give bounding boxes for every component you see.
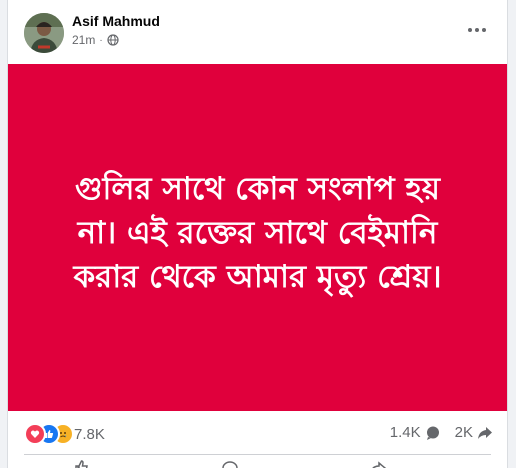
reaction-count[interactable]: 7.8K xyxy=(74,426,105,443)
banner-line: করার থেকে আমার মৃত্যু শ্রেয়। xyxy=(73,258,442,295)
avatar[interactable] xyxy=(24,13,64,53)
comments-stat[interactable]: 1.4K xyxy=(390,424,441,441)
more-dot-icon xyxy=(468,28,472,32)
banner-line: গুলির সাথে কোন সংলাপ হয় xyxy=(75,170,440,207)
separator-dot: · xyxy=(99,34,103,46)
comment-icon xyxy=(426,426,439,440)
reactions-bar: 7.8K 1.4K 2K xyxy=(8,420,507,446)
more-dot-icon xyxy=(482,28,486,32)
more-dot-icon xyxy=(475,28,479,32)
more-options-button[interactable] xyxy=(465,22,489,38)
post-header: Asif Mahmud 21m · xyxy=(8,0,507,62)
banner-text: গুলির সাথে কোন সংলাপ হয় না। এই রক্তের স… xyxy=(38,167,478,299)
post-meta: 21m · xyxy=(72,33,119,47)
divider xyxy=(24,454,491,455)
shares-stat[interactable]: 2K xyxy=(455,424,493,441)
like-action-icon[interactable] xyxy=(72,460,92,468)
love-icon xyxy=(24,423,46,445)
shares-count: 2K xyxy=(454,424,473,441)
share-icon xyxy=(478,426,492,439)
post-actions xyxy=(8,458,507,468)
author-name[interactable]: Asif Mahmud xyxy=(72,13,160,29)
avatar-image xyxy=(24,13,64,53)
reaction-icons[interactable] xyxy=(24,423,74,445)
share-action-icon[interactable] xyxy=(368,460,388,468)
comments-count: 1.4K xyxy=(389,424,421,441)
comment-action-icon[interactable] xyxy=(220,460,240,468)
post-time[interactable]: 21m xyxy=(72,33,95,47)
banner-line: না। এই রক্তের সাথে বেইমানি xyxy=(77,214,438,251)
post-banner[interactable]: গুলির সাথে কোন সংলাপ হয় না। এই রক্তের স… xyxy=(8,64,507,411)
globe-icon xyxy=(107,34,119,46)
post-card: Asif Mahmud 21m · গুলির সাথে কোন সংলাপ হ… xyxy=(7,0,508,468)
engagement-stats: 1.4K 2K xyxy=(390,424,493,441)
